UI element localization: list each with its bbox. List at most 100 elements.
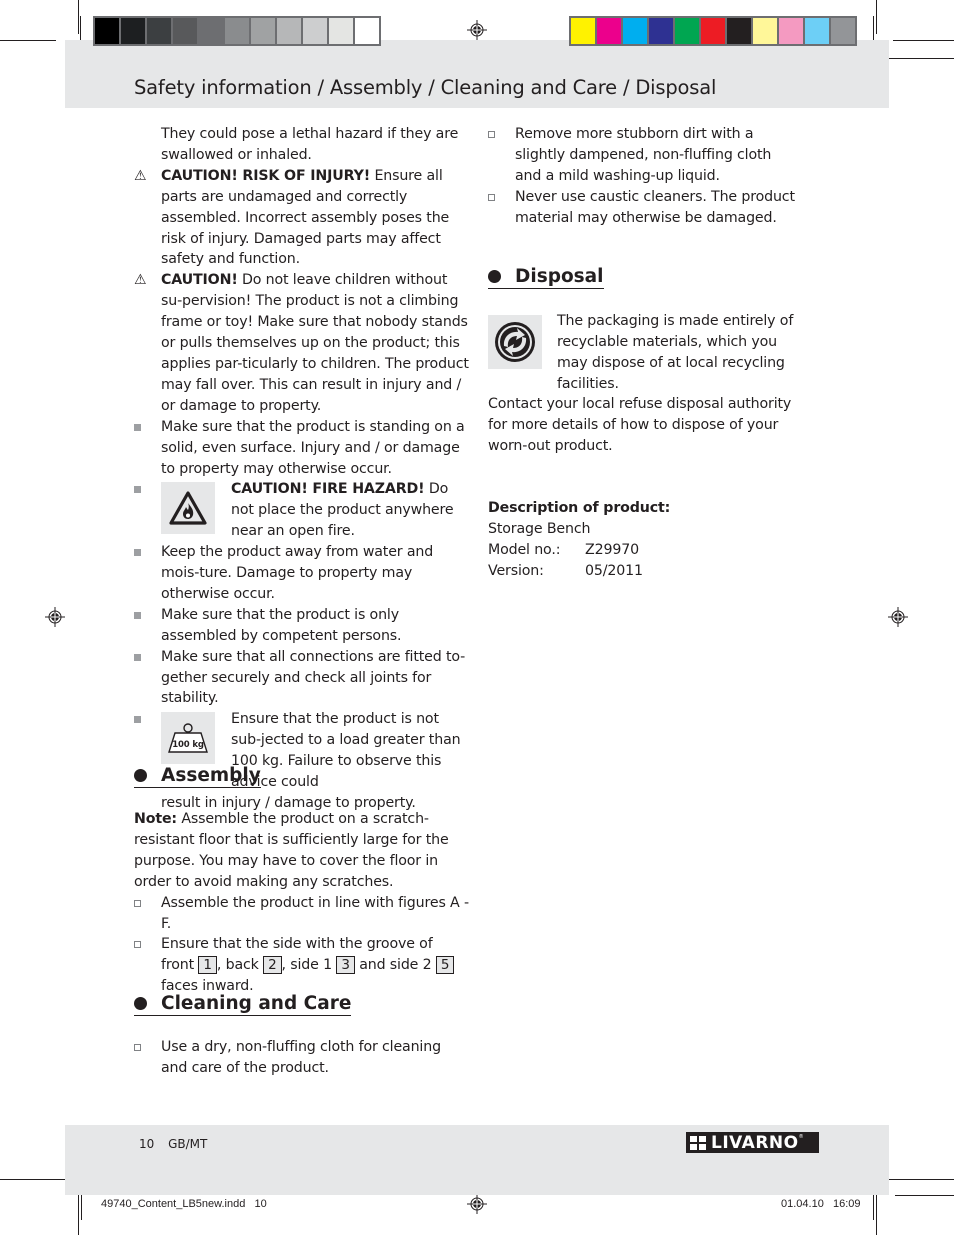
brand-name: LIVARNO xyxy=(711,1132,799,1153)
crop-mark xyxy=(888,58,954,59)
warning-triangle-icon: ⚠ xyxy=(134,167,147,184)
list-item: Ensure that the side with the groove of … xyxy=(134,934,469,997)
logo-grid-icon xyxy=(690,1135,706,1150)
heading-text: Assembly xyxy=(161,765,261,786)
list-item: Never use caustic cleaners. The product … xyxy=(488,187,798,229)
cleaning-section-left: Use a dry, non-fluffing cloth for cleani… xyxy=(134,1037,469,1079)
heading-text: Cleaning and Care xyxy=(161,993,352,1014)
grayscale-swatch xyxy=(251,18,275,44)
registered-mark-icon: ® xyxy=(798,1134,804,1140)
list-item: Use a dry, non-fluffing cloth for cleani… xyxy=(134,1037,469,1079)
crop-mark xyxy=(0,40,56,41)
list-item: Assemble the product in line with figure… xyxy=(134,893,469,935)
color-swatch xyxy=(649,18,673,44)
grayscale-swatch xyxy=(199,18,223,44)
caution-label: CAUTION! FIRE HAZARD! xyxy=(231,481,425,498)
caution-label: CAUTION! xyxy=(161,272,238,289)
list-item: ⚠ CAUTION! RISK OF INJURY! Ensure all pa… xyxy=(134,166,469,271)
crop-mark xyxy=(78,0,79,34)
disposal-heading: Disposal xyxy=(488,266,604,289)
item-text: Do not leave children without su-pervisi… xyxy=(161,272,469,414)
page-info: 10 GB/MT xyxy=(139,1137,207,1151)
fire-hazard-icon xyxy=(161,482,215,535)
contact-text: Contact your local refuse disposal autho… xyxy=(488,396,792,454)
item-text: faces inward. xyxy=(161,978,254,995)
page-number: 10 xyxy=(139,1137,155,1151)
locale-code: GB/MT xyxy=(168,1137,208,1151)
item-text: Make sure that the product is standing o… xyxy=(161,418,465,477)
model-label: Model no.: xyxy=(488,541,561,558)
livarno-logo: LIVARNO ® xyxy=(686,1132,819,1153)
weight-100kg-icon: 100 kg xyxy=(161,712,215,765)
crop-mark xyxy=(888,1179,954,1180)
bullet-dot-icon xyxy=(488,270,501,283)
item-text: Keep the product away from water and moi… xyxy=(161,544,434,602)
bullet-checkbox-icon xyxy=(488,131,495,138)
packaging-text: The packaging is made entirely of recycl… xyxy=(557,313,794,392)
item-text: Make sure that all connections are fitte… xyxy=(161,648,466,707)
warning-triangle-icon: ⚠ xyxy=(134,272,147,289)
color-swatch xyxy=(571,18,595,44)
bullet-dot-icon xyxy=(134,769,147,782)
item-text: back xyxy=(225,957,259,974)
list-item: ⚠ CAUTION! Do not leave children without… xyxy=(134,270,469,416)
assembly-section: Note: Assemble the product on a scratch-… xyxy=(134,809,469,997)
version-value: 05/2011 xyxy=(585,562,643,579)
color-swatch xyxy=(675,18,699,44)
grayscale-swatch xyxy=(95,18,119,44)
registration-mark-icon xyxy=(467,20,487,40)
bullet-checkbox-icon xyxy=(134,1044,141,1051)
grayscale-swatch xyxy=(277,18,301,44)
registration-mark-icon xyxy=(45,607,65,627)
item-text: Use a dry, non-fluffing cloth for cleani… xyxy=(161,1039,441,1076)
model-value: Z29970 xyxy=(585,541,639,558)
intro-text: They could pose a lethal hazard if they … xyxy=(161,126,459,163)
color-swatch xyxy=(701,18,725,44)
item-text: , side 1 xyxy=(281,957,333,974)
cleaning-section-right: Remove more stubborn dirt with a slightl… xyxy=(488,124,798,229)
product-name: Storage Bench xyxy=(488,520,591,537)
registration-mark-icon xyxy=(467,1194,487,1214)
heading-text: Disposal xyxy=(515,266,604,287)
list-item: They could pose a lethal hazard if they … xyxy=(134,124,469,166)
color-swatch xyxy=(831,18,855,44)
item-text: Assemble the product in line with figure… xyxy=(161,894,469,932)
grayscale-swatch xyxy=(225,18,249,44)
bullet-square-icon xyxy=(134,549,141,557)
bullet-dot-icon xyxy=(134,997,147,1010)
left-column: They could pose a lethal hazard if they … xyxy=(134,124,469,814)
grayscale-swatch xyxy=(173,18,197,44)
description-label: Description of product: xyxy=(488,500,671,516)
version-label: Version: xyxy=(488,562,544,579)
item-text: Never use caustic cleaners. The product … xyxy=(515,188,795,226)
crop-mark xyxy=(895,1195,954,1196)
bullet-checkbox-icon xyxy=(134,941,141,949)
part-number-badge: 3 xyxy=(336,956,355,975)
crop-mark xyxy=(876,0,877,34)
color-swatch xyxy=(623,18,647,44)
color-swatch xyxy=(753,18,777,44)
color-swatch xyxy=(805,18,829,44)
weight-label: 100 kg xyxy=(172,740,204,750)
color-calibration-bar xyxy=(569,16,857,46)
crop-mark xyxy=(80,16,81,43)
note-text: Assemble the product on a scratch-resist… xyxy=(134,811,449,890)
list-item: Make sure that the product is standing o… xyxy=(134,417,469,480)
caution-label: CAUTION! RISK OF INJURY! xyxy=(161,167,371,184)
recycling-green-dot-icon xyxy=(488,315,542,369)
color-swatch xyxy=(779,18,803,44)
bullet-checkbox-icon xyxy=(134,899,141,907)
part-number-badge: 1 xyxy=(198,956,217,975)
item-text: Make sure that the product is only assem… xyxy=(161,606,402,644)
registration-mark-icon xyxy=(888,607,908,627)
list-item: Make sure that the product is only assem… xyxy=(134,605,469,647)
list-item: Remove more stubborn dirt with a slightl… xyxy=(488,124,798,187)
bullet-square-icon xyxy=(134,716,141,724)
crop-mark xyxy=(78,1195,79,1235)
cleaning-heading: Cleaning and Care xyxy=(134,993,352,1016)
item-text: Remove more stubborn dirt with a slightl… xyxy=(515,126,772,184)
slug-filename: 49740_Content_LB5new.indd 10 xyxy=(101,1198,267,1210)
item-text: and side 2 xyxy=(359,957,432,974)
part-number-badge: 5 xyxy=(435,956,455,975)
crop-mark xyxy=(876,1195,877,1235)
